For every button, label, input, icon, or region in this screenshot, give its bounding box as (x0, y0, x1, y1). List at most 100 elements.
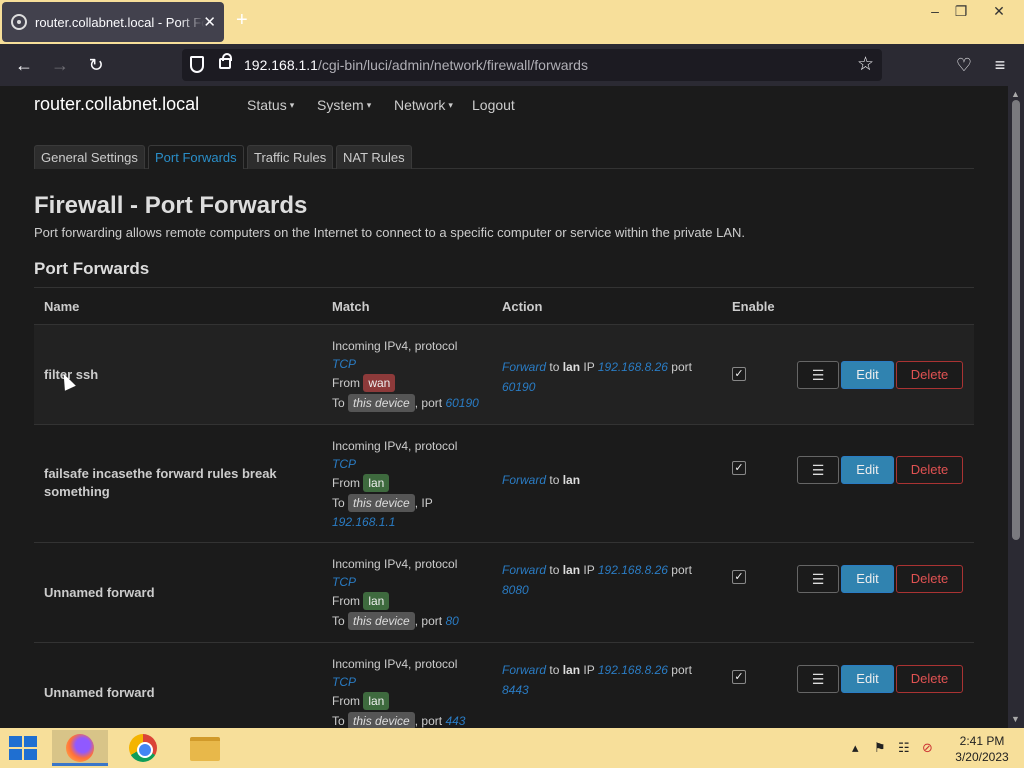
volume-muted-icon[interactable]: ⊘ (922, 740, 933, 756)
close-window-button[interactable]: ✕ (984, 4, 1014, 18)
zone-badge-lan: lan (363, 692, 390, 710)
firefox-icon (66, 734, 94, 762)
match-description: Incoming IPv4, protocol (332, 557, 458, 571)
tab-general-settings[interactable]: General Settings (34, 145, 145, 169)
menu-network-label: Network (394, 97, 446, 113)
zone-badge-device: this device (348, 612, 415, 630)
match-to-suffix: , port (414, 614, 443, 628)
rule-match: Incoming IPv4, protocol TCP From lan To … (332, 555, 497, 631)
page-scrollbar[interactable]: ▲ ▼ (1008, 86, 1024, 728)
browser-titlebar: router.collabnet.local - Port Forwards ✕… (0, 0, 1024, 44)
rule-name: failsafe incasethe forward rules break s… (44, 466, 277, 499)
taskbar-firefox[interactable] (52, 730, 108, 766)
tray-overflow-icon[interactable]: ▴ (852, 740, 859, 756)
match-to-label: To (332, 614, 345, 628)
enable-checkbox[interactable]: ✓ (732, 367, 746, 381)
reorder-menu-button[interactable]: ☰ (797, 665, 839, 693)
close-tab-icon[interactable]: ✕ (203, 13, 216, 31)
tab-nat-rules[interactable]: NAT Rules (336, 145, 412, 169)
network-icon[interactable]: ☷ (898, 740, 910, 756)
action-port: 8080 (502, 583, 529, 597)
chrome-icon (129, 734, 157, 762)
menu-system-label: System (317, 97, 364, 113)
table-header: Name Match Action Enable (34, 287, 974, 325)
delete-button[interactable]: Delete (896, 565, 963, 593)
table-row: Unnamed forward Incoming IPv4, protocol … (34, 643, 974, 728)
site-brand[interactable]: router.collabnet.local (34, 94, 199, 115)
zone-badge-device: this device (348, 494, 415, 512)
edit-button[interactable]: Edit (841, 361, 894, 389)
column-header-enable: Enable (732, 299, 775, 314)
browser-tab[interactable]: router.collabnet.local - Port Forwards ✕ (2, 2, 224, 42)
reorder-menu-button[interactable]: ☰ (797, 565, 839, 593)
menu-status[interactable]: Status ▾ (247, 97, 294, 113)
scroll-up-icon[interactable]: ▲ (1011, 89, 1020, 99)
zone-badge-lan: lan (363, 474, 390, 492)
match-description: Incoming IPv4, protocol (332, 339, 458, 353)
menu-status-label: Status (247, 97, 287, 113)
windows-start-icon[interactable] (9, 736, 37, 760)
taskbar-file-explorer[interactable] (177, 730, 233, 766)
menu-system[interactable]: System ▾ (317, 97, 371, 113)
enable-checkbox[interactable]: ✓ (732, 461, 746, 475)
url-host: 192.168.1.1 (244, 57, 318, 73)
lock-icon[interactable] (219, 53, 232, 69)
pocket-icon[interactable]: ♡ (953, 54, 975, 76)
action-verb: Forward (502, 360, 547, 374)
reorder-menu-button[interactable]: ☰ (797, 456, 839, 484)
back-icon[interactable]: ← (13, 54, 35, 76)
forward-icon[interactable]: → (49, 54, 71, 76)
match-to: To this device, port 80 (332, 611, 497, 631)
match-description: Incoming IPv4, protocol (332, 439, 458, 453)
edit-button[interactable]: Edit (841, 565, 894, 593)
bookmark-star-icon[interactable]: ☆ (857, 53, 874, 76)
reorder-menu-button[interactable]: ☰ (797, 361, 839, 389)
match-to-label: To (332, 396, 345, 410)
taskbar-chrome[interactable] (115, 730, 171, 766)
action-port-label: port (671, 663, 692, 677)
column-header-action: Action (502, 299, 543, 314)
restore-window-button[interactable]: ❐ (946, 4, 976, 18)
action-zone: lan (562, 563, 581, 577)
tab-traffic-rules[interactable]: Traffic Rules (247, 145, 334, 169)
action-port-label: port (671, 563, 692, 577)
menu-network[interactable]: Network ▾ (394, 97, 453, 113)
action-port: 8443 (502, 683, 529, 697)
rule-action: Forward to lan IP 192.168.8.26 port 8443 (502, 660, 712, 700)
new-tab-icon[interactable]: + (236, 9, 248, 32)
rule-name: Unnamed forward (44, 585, 155, 600)
chevron-down-icon: ▾ (289, 100, 295, 110)
app-menu-icon[interactable]: ≡ (989, 54, 1011, 76)
edit-button[interactable]: Edit (841, 456, 894, 484)
system-clock[interactable]: 2:41 PM 3/20/2023 (952, 733, 1012, 765)
site-favicon-icon (11, 14, 27, 30)
table-row: filter ssh Incoming IPv4, protocol TCP F… (34, 325, 974, 425)
enable-checkbox[interactable]: ✓ (732, 670, 746, 684)
enable-checkbox[interactable]: ✓ (732, 570, 746, 584)
scroll-down-icon[interactable]: ▼ (1011, 714, 1020, 724)
action-ip: 192.168.8.26 (597, 663, 668, 677)
scrollbar-thumb[interactable] (1012, 100, 1020, 540)
match-to: To this device, port 443 (332, 711, 497, 728)
action-ip-label: IP (583, 360, 595, 374)
delete-button[interactable]: Delete (896, 361, 963, 389)
action-verb: Forward (502, 663, 547, 677)
rule-match: Incoming IPv4, protocol TCP From lan To … (332, 655, 497, 728)
address-bar[interactable]: 192.168.1.1/cgi-bin/luci/admin/network/f… (182, 49, 882, 81)
action-verb: Forward (502, 473, 547, 487)
delete-button[interactable]: Delete (896, 665, 963, 693)
action-zone: lan (562, 473, 581, 487)
match-to-value: 60190 (445, 396, 479, 410)
reload-icon[interactable]: ↻ (85, 54, 107, 76)
tab-port-forwards[interactable]: Port Forwards (148, 145, 244, 169)
tracking-protection-icon[interactable] (190, 56, 204, 73)
action-ip: 192.168.8.26 (597, 360, 668, 374)
action-center-flag-icon[interactable]: ⚑ (874, 740, 886, 756)
menu-logout[interactable]: Logout (472, 97, 515, 113)
zone-badge-device: this device (348, 712, 415, 728)
match-from-label: From (332, 594, 360, 608)
edit-button[interactable]: Edit (841, 665, 894, 693)
chevron-down-icon: ▾ (366, 100, 372, 110)
url-text[interactable]: 192.168.1.1/cgi-bin/luci/admin/network/f… (244, 57, 588, 73)
delete-button[interactable]: Delete (896, 456, 963, 484)
